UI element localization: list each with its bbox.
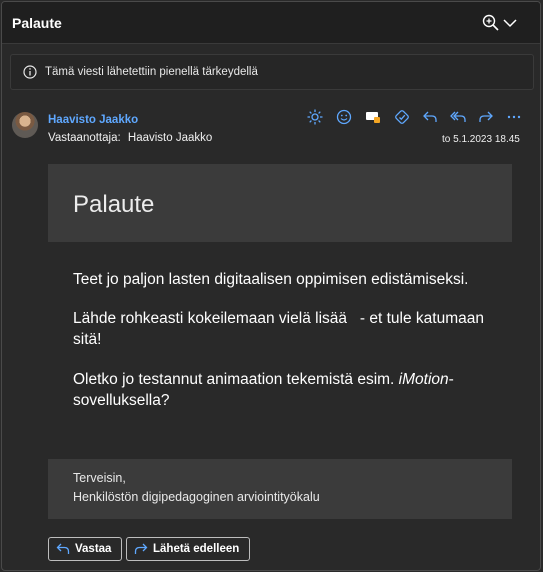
- body-paragraph-2: Lähde rohkeasti kokeilemaan vielä lisää …: [73, 310, 489, 348]
- message-subject-title: Palaute: [12, 15, 62, 31]
- zoom-in-icon[interactable]: [482, 14, 500, 32]
- reply-button-label: Vastaa: [75, 543, 112, 555]
- signature-greeting: Terveisin,: [73, 471, 126, 485]
- tag-icon[interactable]: [363, 107, 383, 127]
- info-icon: [23, 65, 37, 79]
- recipient-label: Vastaanottaja:: [48, 132, 121, 144]
- forward-icon: [134, 543, 148, 554]
- body-paragraph-1: Teet jo paljon lasten digitaalisen oppim…: [73, 271, 469, 288]
- chevron-down-icon[interactable]: [502, 16, 518, 30]
- translate-icon[interactable]: [392, 107, 412, 127]
- email-signature-banner: Terveisin, Henkilöstön digipedagoginen a…: [48, 459, 512, 519]
- signature-name: Henkilöstön digipedagoginen arviointityö…: [73, 490, 320, 504]
- sender-name[interactable]: Haavisto Jaakko: [48, 114, 138, 126]
- reply-button[interactable]: Vastaa: [48, 537, 122, 561]
- app-name: iMotion: [398, 371, 449, 388]
- recipient-name[interactable]: Haavisto Jaakko: [128, 132, 212, 144]
- email-header-banner: Palaute: [48, 164, 512, 242]
- recipient-line: Vastaanottaja: Haavisto Jaakko: [48, 132, 212, 144]
- importance-text: Tämä viesti lähetettiin pienellä tärkeyd…: [45, 66, 258, 78]
- forward-button-label: Lähetä edelleen: [153, 543, 240, 555]
- reply-all-icon[interactable]: [448, 107, 468, 127]
- more-icon[interactable]: [504, 107, 524, 127]
- forward-icon[interactable]: [476, 107, 496, 127]
- title-bar: Palaute: [2, 2, 540, 44]
- body-paragraph-3: Oletko jo testannut animaation tekemistä…: [73, 369, 513, 411]
- forward-button[interactable]: Lähetä edelleen: [126, 537, 250, 561]
- avatar[interactable]: [12, 112, 38, 138]
- emoji-icon[interactable]: [334, 107, 354, 127]
- email-heading: Palaute: [73, 191, 155, 218]
- reply-icon: [56, 543, 70, 554]
- paragraph-3-start: Oletko jo testannut animaation tekemistä…: [73, 371, 399, 388]
- message-window: Palaute Tämä viesti lähetettiin pienellä…: [1, 1, 541, 571]
- sun-icon[interactable]: [305, 107, 325, 127]
- reply-icon[interactable]: [420, 107, 440, 127]
- importance-info-bar: Tämä viesti lähetettiin pienellä tärkeyd…: [10, 54, 534, 90]
- message-date: to 5.1.2023 18.45: [442, 134, 520, 145]
